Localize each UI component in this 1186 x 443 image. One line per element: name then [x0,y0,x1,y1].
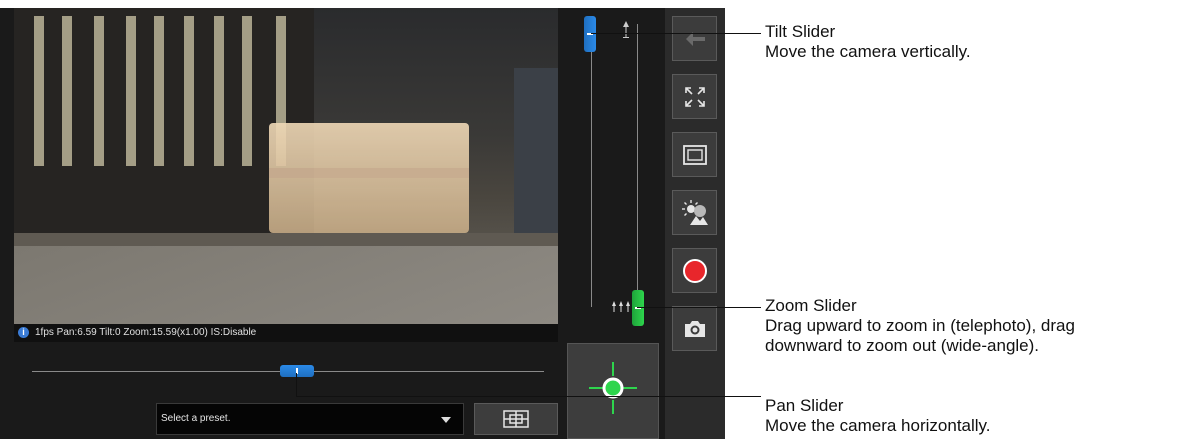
back-button[interactable] [672,16,717,61]
pan-annotation-desc: Move the camera horizontally. [765,416,991,435]
fullscreen-button[interactable] [672,74,717,119]
image-adjust-button[interactable] [672,190,717,235]
pan-slider[interactable] [280,365,314,377]
zoom-annotation-desc-1: Drag upward to zoom in (telephoto), drag [765,316,1075,335]
pan-annotation: Pan Slider Move the camera horizontally. [765,396,991,436]
pan-leader [296,396,761,397]
tilt-annotation-title: Tilt Slider [765,22,836,41]
ptz-joystick[interactable] [567,343,659,439]
video-bus [269,123,469,233]
screen-size-icon [682,144,707,165]
tilt-annotation-desc: Move the camera vertically. [765,42,971,61]
status-text: 1fps Pan:6.59 Tilt:0 Zoom:15.59(x1.00) I… [35,327,257,338]
zoom-annotation-desc-2: downward to zoom out (wide-angle). [765,336,1040,355]
tilt-leader [591,33,761,34]
fullscreen-icon [684,86,705,107]
preset-select[interactable]: Select a preset. [156,403,464,435]
record-icon [682,258,707,283]
preset-select-value: Select a preset. [161,413,231,424]
image-adjust-icon [681,199,708,225]
zoom-annotation-title: Zoom Slider [765,296,857,315]
pan-leader-v [296,373,297,397]
tilt-annotation: Tilt Slider Move the camera vertically. [765,22,971,62]
status-bar: i 1fps Pan:6.59 Tilt:0 Zoom:15.59(x1.00) … [14,324,558,342]
live-video[interactable] [14,8,558,324]
tilt-track [591,52,592,307]
info-icon: i [18,326,29,338]
zoom-tele-icon [620,19,632,41]
tilt-slider[interactable] [584,16,596,52]
zoom-annotation: Zoom Slider Drag upward to zoom in (tele… [765,296,1075,356]
zoom-slider[interactable] [632,290,644,326]
snapshot-camera-icon [684,320,705,337]
chevron-down-icon [441,417,451,423]
screen-size-button[interactable] [672,132,717,177]
zoom-wide-icon [611,300,631,314]
snapshot-button[interactable] [672,306,717,351]
record-button[interactable] [672,248,717,293]
zoom-leader [637,307,761,308]
back-arrow-icon [685,31,705,46]
joystick-crosshair-icon [589,362,637,414]
pan-annotation-title: Pan Slider [765,396,844,415]
preset-grid-icon [503,410,529,428]
zoom-track [637,24,638,290]
preset-button[interactable] [474,403,558,435]
